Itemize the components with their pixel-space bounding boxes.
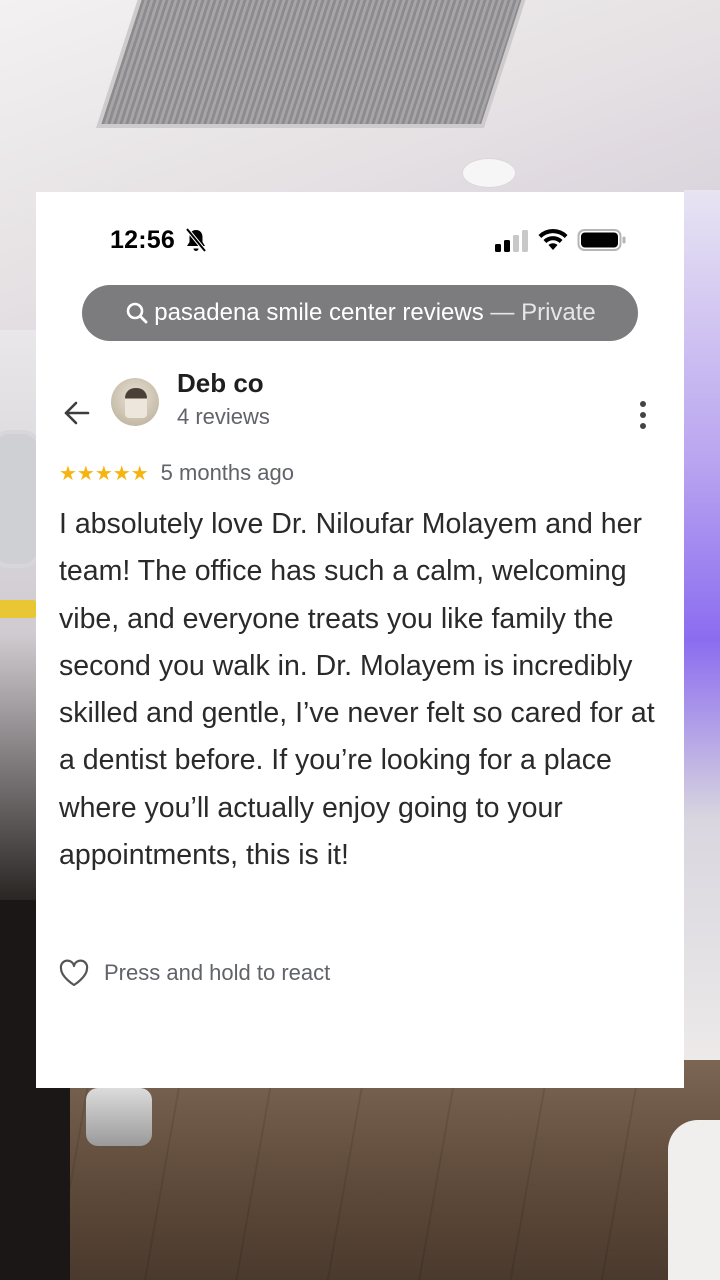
battery-icon: [577, 229, 626, 251]
react-label: Press and hold to react: [104, 960, 331, 985]
react-button[interactable]: Press and hold to react: [58, 956, 330, 990]
review-count: 4 reviews: [177, 404, 270, 429]
review-screenshot-card: 12:56 pasadena smile center reviews — Pr…: [36, 192, 684, 1088]
address-bar[interactable]: pasadena smile center reviews — Private: [82, 285, 638, 341]
white-object: [668, 1120, 720, 1280]
search-icon: [126, 302, 148, 324]
status-bar: 12:56: [36, 192, 684, 288]
address-bar-query: pasadena smile center reviews: [154, 299, 484, 326]
smoke-detector: [462, 158, 516, 188]
ceiling-vent: [95, 0, 533, 128]
review-date: 5 months ago: [160, 460, 294, 485]
star-rating: ★★★★★: [59, 462, 149, 485]
address-bar-separator: —: [483, 299, 522, 326]
more-vert-icon[interactable]: [632, 398, 654, 432]
reviewer-header: Deb co 4 reviews: [36, 368, 684, 448]
yellow-object: [0, 600, 40, 618]
heart-icon: [59, 959, 89, 987]
right-wall: [684, 190, 720, 1090]
status-time: 12:56: [110, 226, 175, 254]
review-body: I absolutely love Dr. Niloufar Molayem a…: [59, 508, 655, 872]
bell-off-icon: [185, 227, 207, 253]
avatar[interactable]: [111, 378, 159, 426]
wifi-icon: [538, 228, 568, 250]
reviewer-name[interactable]: Deb co: [177, 368, 264, 399]
avatar-photo: [125, 388, 147, 418]
signal-icon: [495, 230, 528, 252]
chair-base: [86, 1088, 152, 1146]
rating-row: ★★★★★ 5 months ago: [59, 458, 294, 488]
private-mode-label: Private: [521, 299, 596, 326]
back-arrow-icon[interactable]: [62, 398, 92, 428]
